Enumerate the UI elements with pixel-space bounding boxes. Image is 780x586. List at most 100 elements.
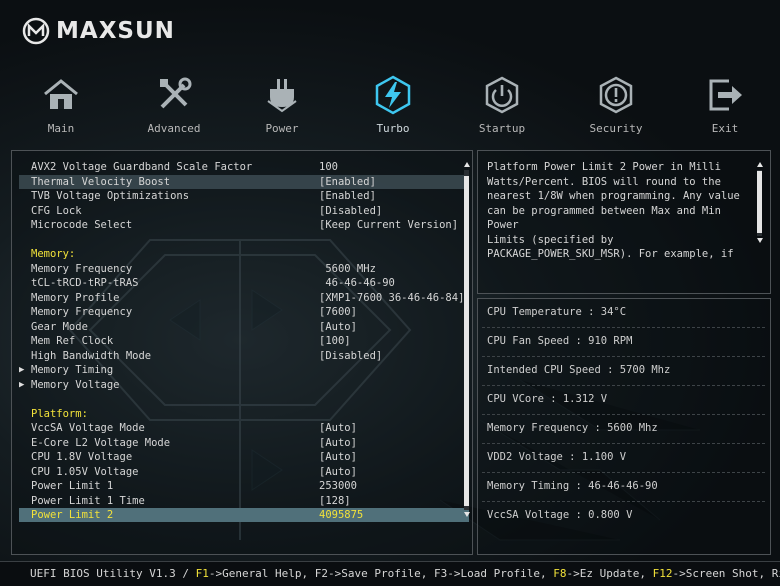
setting-value[interactable]: [128]	[319, 494, 351, 508]
setting-label: tCL-tRCD-tRP-tRAS	[31, 277, 139, 289]
setting-value[interactable]: [Auto]	[319, 421, 357, 435]
monitor-reading: Memory Timing : 46-46-46-90	[487, 480, 658, 492]
section-header: Platform:	[19, 407, 469, 421]
nav-security[interactable]: Security	[576, 75, 656, 135]
monitor-reading: Memory Frequency : 5600 Mhz	[487, 422, 658, 434]
maxsun-logo-icon	[22, 17, 50, 45]
setting-row[interactable]: CFG Lock [Disabled]	[19, 204, 469, 218]
nav-main[interactable]: Main	[21, 75, 101, 135]
nav-turbo[interactable]: Turbo	[353, 75, 433, 135]
setting-value[interactable]: 253000	[319, 479, 357, 493]
setting-row[interactable]: Power Limit 2 4095875	[19, 508, 469, 522]
setting-value[interactable]: 46-46-46-90	[319, 276, 395, 290]
setting-label: Memory:	[31, 248, 76, 260]
setting-row[interactable]: CPU 1.05V Voltage [Auto]	[19, 465, 469, 479]
nav-main-label: Main	[47, 122, 75, 135]
f2-key[interactable]: F2	[315, 567, 328, 580]
nav-startup[interactable]: Startup	[462, 75, 542, 135]
setting-label: TVB Voltage Optimizations	[31, 190, 190, 202]
setting-value[interactable]: [7600]	[319, 305, 357, 319]
setting-value[interactable]: [Auto]	[319, 436, 357, 450]
setting-value[interactable]: [Disabled]	[319, 204, 382, 218]
nav-power[interactable]: Power	[242, 75, 322, 135]
monitor-divider	[482, 327, 765, 328]
setting-row[interactable]: Thermal Velocity Boost [Enabled]	[19, 174, 469, 189]
setting-row[interactable]: Memory Frequency 5600 MHz	[19, 262, 469, 276]
hardware-monitor-panel: CPU Temperature : 34°C CPU Fan Speed : 91…	[477, 298, 771, 555]
f3-key[interactable]: F3	[434, 567, 447, 580]
submenu-item[interactable]: ▶ Memory Voltage	[19, 378, 469, 392]
setting-row[interactable]: Power Limit 1 253000	[19, 479, 469, 493]
nav-security-label: Security	[589, 122, 643, 135]
f3-action: ->Load Profile,	[447, 567, 554, 580]
nav-power-label: Power	[265, 122, 299, 135]
help-scroll-up-arrow[interactable]	[757, 162, 763, 167]
f12-key[interactable]: F12	[653, 567, 673, 580]
setting-value[interactable]: [Auto]	[319, 465, 357, 479]
f1-key[interactable]: F1	[196, 567, 209, 580]
setting-row	[19, 233, 469, 247]
monitor-reading: CPU Fan Speed : 910 RPM	[487, 335, 633, 347]
monitor-divider	[482, 385, 765, 386]
setting-row[interactable]: tCL-tRCD-tRP-tRAS 46-46-46-90	[19, 276, 469, 290]
scroll-up-arrow[interactable]	[464, 162, 470, 167]
setting-label: Power Limit 1 Time	[31, 494, 145, 507]
setting-row[interactable]: CPU 1.8V Voltage [Auto]	[19, 450, 469, 464]
setting-value[interactable]: [Auto]	[319, 320, 357, 334]
setting-label: VccSA Voltage Mode	[31, 422, 145, 434]
setting-value[interactable]: [Disabled]	[319, 349, 382, 363]
setting-row[interactable]: Memory Profile [XMP1-7600 36-46-46-84]	[19, 291, 469, 305]
setting-label: Memory Frequency	[31, 262, 133, 275]
power-button-icon	[485, 76, 519, 114]
monitor-divider	[482, 356, 765, 357]
setting-row[interactable]: Memory Frequency [7600]	[19, 305, 469, 319]
setting-label: Gear Mode	[31, 320, 88, 333]
monitor-divider	[482, 414, 765, 415]
setting-row[interactable]: E-Core L2 Voltage Mode [Auto]	[19, 436, 469, 450]
monitor-divider	[482, 443, 765, 444]
top-navigation: Main Advanced Power Turbo Startup Securi…	[0, 75, 780, 140]
setting-value[interactable]: [Enabled]	[319, 175, 376, 189]
setting-row[interactable]: Microcode Select [Keep Current Version]	[19, 218, 469, 232]
turbo-bolt-icon	[375, 75, 411, 115]
nav-advanced[interactable]: Advanced	[134, 75, 214, 135]
submenu-arrow-icon: ▶	[19, 365, 25, 375]
setting-label: Memory Voltage	[31, 378, 120, 391]
setting-row[interactable]: AVX2 Voltage Guardband Scale Factor 100	[19, 160, 469, 174]
setting-value[interactable]: [100]	[319, 334, 351, 348]
nav-startup-label: Startup	[478, 122, 526, 135]
section-header: Memory:	[19, 247, 469, 261]
setting-row[interactable]: VccSA Voltage Mode [Auto]	[19, 421, 469, 435]
setting-value[interactable]: 5600 MHz	[319, 262, 376, 276]
setting-value[interactable]: [Auto]	[319, 450, 357, 464]
setting-value[interactable]: 100	[319, 160, 338, 174]
scroll-down-arrow[interactable]	[464, 512, 470, 517]
setting-row[interactable]: Mem Ref Clock [100]	[19, 334, 469, 348]
setting-label: CPU 1.8V Voltage	[31, 451, 133, 463]
help-scroll-down-arrow[interactable]	[757, 238, 763, 243]
setting-value[interactable]: [XMP1-7600 36-46-46-84]	[319, 291, 464, 305]
nav-exit[interactable]: Exit	[685, 75, 765, 135]
setting-label: E-Core L2 Voltage Mode	[31, 436, 171, 449]
setting-row[interactable]: TVB Voltage Optimizations [Enabled]	[19, 189, 469, 203]
help-panel: Platform Power Limit 2 Power in Milli Wa…	[477, 150, 771, 294]
setting-value[interactable]: [Keep Current Version]	[319, 218, 458, 232]
f8-key[interactable]: F8	[553, 567, 566, 580]
setting-value[interactable]: [Enabled]	[319, 189, 376, 203]
setting-label: Microcode Select	[31, 219, 133, 231]
monitor-reading: CPU Temperature : 34°C	[487, 306, 627, 318]
submenu-item[interactable]: ▶ Memory Timing	[19, 363, 469, 377]
setting-row[interactable]: High Bandwidth Mode [Disabled]	[19, 349, 469, 363]
monitor-divider	[482, 472, 765, 473]
settings-scrollbar-thumb[interactable]	[464, 176, 469, 506]
help-scrollbar-thumb[interactable]	[757, 171, 762, 233]
setting-value[interactable]: 4095875	[319, 508, 363, 522]
f2-action: ->Save Profile,	[328, 567, 435, 580]
monitor-reading: VDD2 Voltage : 1.100 V	[487, 451, 627, 463]
tools-icon	[160, 77, 192, 109]
setting-row[interactable]: Power Limit 1 Time [128]	[19, 494, 469, 508]
setting-row[interactable]: Gear Mode [Auto]	[19, 320, 469, 334]
footer-prefix: UEFI BIOS Utility V1.3 /	[30, 567, 196, 580]
monitor-reading: CPU VCore : 1.312 V	[487, 393, 608, 405]
footer-bar: UEFI BIOS Utility V1.3 / F1->General Hel…	[0, 561, 780, 586]
